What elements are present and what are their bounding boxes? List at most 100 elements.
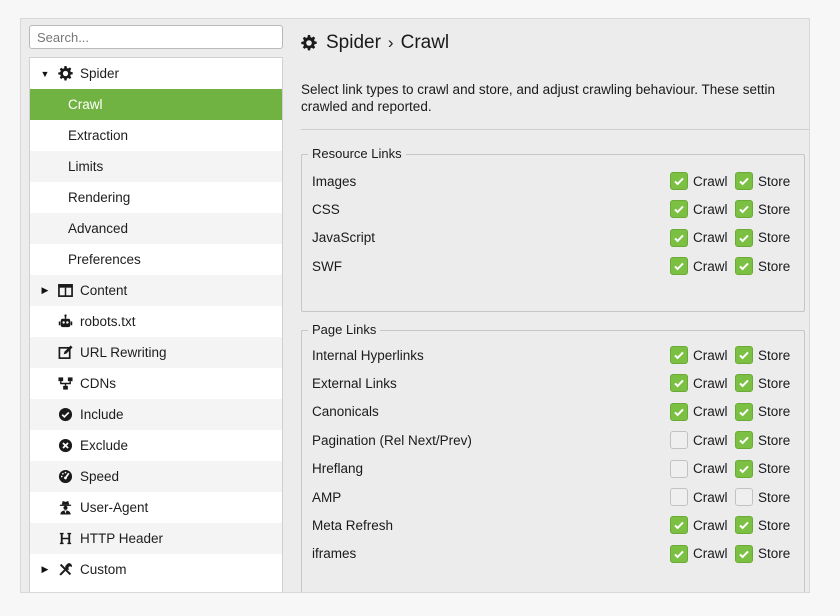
page-title-section: Spider [326, 32, 381, 53]
sidebar-item-label: Crawl [68, 97, 103, 112]
crawl-checkbox[interactable] [670, 488, 688, 506]
store-option[interactable]: Store [735, 402, 794, 421]
crawl-option[interactable]: Crawl [670, 346, 729, 364]
crawl-option[interactable]: Crawl [670, 200, 729, 219]
crawl-checkbox[interactable] [670, 402, 688, 421]
sidebar-item-speed[interactable]: Speed [30, 461, 282, 492]
crawl-option[interactable]: Crawl [670, 544, 729, 563]
store-option[interactable]: Store [735, 516, 794, 535]
crawl-option[interactable]: Crawl [670, 228, 729, 247]
option-row-meta-refresh: Meta Refresh Crawl Store [312, 514, 794, 536]
page-title: Spider › Crawl [301, 29, 449, 57]
sidebar-item-advanced[interactable]: Advanced [30, 213, 282, 244]
expand-arrow-right-icon[interactable]: ▶ [40, 285, 50, 296]
store-checkbox[interactable] [735, 374, 753, 393]
option-label: Meta Refresh [312, 517, 394, 533]
sidebar-item-content[interactable]: ▶ Content [30, 275, 282, 306]
store-checkbox[interactable] [735, 257, 753, 276]
store-label: Store [758, 230, 791, 246]
sidebar-item-user-agent[interactable]: User-Agent [30, 492, 282, 523]
store-option[interactable]: Store [735, 172, 794, 190]
store-option[interactable]: Store [735, 346, 794, 364]
sidebar-item-label: User-Agent [80, 500, 149, 515]
option-row-css: CSS Crawl Store [312, 198, 794, 220]
sidebar-item-extraction[interactable]: Extraction [30, 120, 282, 151]
gear-icon [301, 35, 317, 51]
crawl-checkbox[interactable] [670, 228, 688, 247]
store-option[interactable]: Store [735, 374, 794, 393]
checkmark-icon [674, 522, 684, 530]
store-checkbox[interactable] [735, 431, 753, 450]
sidebar-item-label: Rendering [68, 190, 131, 205]
checkmark-icon [674, 550, 684, 559]
sidebar-item-label: Advanced [68, 221, 129, 236]
option-label: AMP [312, 489, 342, 505]
sidebar-item-label: URL Rewriting [80, 345, 167, 360]
store-checkbox[interactable] [735, 516, 753, 535]
crawl-checkbox[interactable] [670, 346, 688, 364]
sidebar-item-label: Extraction [68, 128, 129, 143]
sidebar-item-cdns[interactable]: CDNs [30, 368, 282, 399]
crawl-checkbox[interactable] [670, 172, 688, 190]
store-option[interactable]: Store [735, 544, 794, 563]
sidebar-item-spider[interactable]: ▼ Spider [30, 58, 282, 89]
checkmark-icon [674, 351, 684, 360]
store-checkbox[interactable] [735, 459, 753, 478]
crawl-option[interactable]: Crawl [670, 172, 729, 190]
store-option[interactable]: Store [735, 459, 794, 478]
sidebar-item-label: Speed [80, 469, 120, 484]
crawl-checkbox[interactable] [670, 257, 688, 276]
store-option[interactable]: Store [735, 488, 794, 506]
crawl-checkbox[interactable] [670, 516, 688, 535]
sidebar-item-robots[interactable]: robots.txt [30, 306, 282, 337]
store-checkbox[interactable] [735, 228, 753, 247]
sidebar-item-url-rewriting[interactable]: URL Rewriting [30, 337, 282, 368]
sidebar-item-include[interactable]: Include [30, 399, 282, 430]
store-checkbox[interactable] [735, 488, 753, 506]
checkmark-icon [674, 206, 684, 214]
option-label: iframes [312, 546, 357, 562]
store-checkbox[interactable] [735, 346, 753, 364]
store-checkbox[interactable] [735, 402, 753, 421]
store-checkbox[interactable] [735, 544, 753, 563]
crawl-label: Crawl [693, 173, 728, 189]
option-label: Images [312, 173, 357, 189]
sidebar-item-limits[interactable]: Limits [30, 151, 282, 182]
store-option[interactable]: Store [735, 257, 794, 276]
check-circle-icon [56, 407, 74, 423]
store-option[interactable]: Store [735, 200, 794, 219]
crawl-option[interactable]: Crawl [670, 374, 729, 393]
crawl-checkbox[interactable] [670, 200, 688, 219]
checkmark-icon [739, 380, 749, 388]
store-option[interactable]: Store [735, 431, 794, 450]
sidebar-item-label: Custom [80, 562, 127, 577]
sidebar-item-rendering[interactable]: Rendering [30, 182, 282, 213]
expand-arrow-right-icon[interactable]: ▶ [40, 564, 50, 575]
store-checkbox[interactable] [735, 172, 753, 190]
store-checkbox[interactable] [735, 200, 753, 219]
sidebar-item-preferences[interactable]: Preferences [30, 244, 282, 275]
crawl-label: Crawl [693, 546, 728, 562]
expand-arrow-down-icon[interactable]: ▼ [40, 69, 50, 79]
crawl-label: Crawl [693, 258, 728, 274]
crawl-checkbox[interactable] [670, 459, 688, 478]
crawl-option[interactable]: Crawl [670, 459, 729, 478]
crawl-label: Crawl [693, 230, 728, 246]
sidebar-item-exclude[interactable]: Exclude [30, 430, 282, 461]
crawl-option[interactable]: Crawl [670, 488, 729, 506]
crawl-option[interactable]: Crawl [670, 402, 729, 421]
crawl-option[interactable]: Crawl [670, 516, 729, 535]
network-icon [56, 376, 74, 392]
sidebar-item-http-header[interactable]: HTTP Header [30, 523, 282, 554]
crawl-checkbox[interactable] [670, 374, 688, 393]
sidebar-item-crawl[interactable]: Crawl [30, 89, 282, 120]
sidebar-item-custom[interactable]: ▶ Custom [30, 554, 282, 585]
crawl-option[interactable]: Crawl [670, 431, 729, 450]
store-option[interactable]: Store [735, 228, 794, 247]
search-input[interactable] [29, 25, 283, 49]
checkmark-icon [674, 262, 684, 271]
crawl-option[interactable]: Crawl [670, 257, 729, 276]
crawl-checkbox[interactable] [670, 431, 688, 450]
store-label: Store [758, 432, 791, 448]
crawl-checkbox[interactable] [670, 544, 688, 563]
